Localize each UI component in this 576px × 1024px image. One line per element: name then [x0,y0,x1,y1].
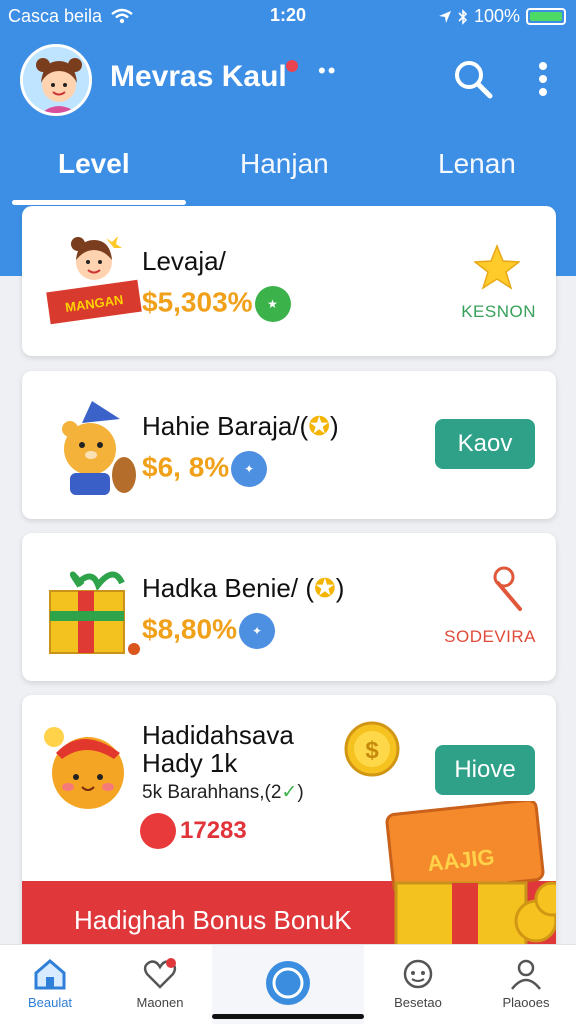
nav-label: Plaooes [502,995,550,1010]
card-value: $5,303% ★ [142,286,291,322]
nav-home[interactable]: Beaulat [0,957,100,1010]
wrench-icon[interactable] [472,563,528,619]
coin-chip-icon: ✦ [238,613,275,649]
location-icon [438,10,451,23]
dollar-coin-icon: $ [344,721,400,777]
card-action-button[interactable]: Kaov [435,419,535,469]
check-icon: ✓ [281,782,298,803]
bottom-navigation: Beaulat Maonen Besetao Plaooes [0,944,576,1024]
active-tab-indicator [12,200,186,205]
notification-dot [286,60,298,72]
reward-card[interactable]: Hahie Baraja/(✪) $6, 8% ✦ Kaov [22,371,556,519]
profile-icon [511,959,541,990]
more-dots-icon[interactable]: •• [318,58,337,84]
nav-center[interactable] [212,945,364,1024]
profile-avatar[interactable] [20,44,92,116]
nav-profile[interactable]: Plaooes [476,957,576,1010]
gift-box-illustration [49,571,140,655]
overflow-menu-button[interactable] [528,58,558,100]
nav-chat[interactable]: Besetao [368,957,468,1010]
card-count: 17283 [180,817,247,844]
avatar-girl-icon [23,47,89,113]
treasure-chest-illustration: AAJIG [385,801,556,955]
home-icon [34,959,66,990]
compass-icon [272,967,304,999]
nav-label: Besetao [394,995,442,1010]
tab-lenan[interactable]: Lenan [438,148,516,180]
coin-chip-icon: ★ [254,286,291,322]
search-button[interactable] [452,58,494,100]
status-bar: Casca beila 1:20 100% [0,0,576,34]
status-right: 100% [438,6,566,27]
coin-chip-icon: ✦ [231,451,268,487]
card-title: Hahie Baraja/(✪) [142,411,339,441]
reward-card-large[interactable]: Hadidahsava Hady 1k 5k Barahhans,(2✓) 17… [22,695,556,955]
tab-bar: Level Hanjan Lenan [0,132,576,206]
hamster-illustration [44,727,124,809]
card-action-button[interactable]: Hiove [435,745,535,795]
battery-percent: 100% [473,6,520,26]
center-action-button[interactable] [266,961,310,1005]
star-icon[interactable] [474,244,520,290]
card-value: $8,80% ✦ [142,613,275,649]
sparkle-icon: ✪ [308,411,330,441]
card-title: Hadidahsava Hady 1k [142,720,294,778]
nav-label: Beaulat [27,995,73,1010]
reward-card[interactable]: Hadka Benie/ (✪) $8,80% ✦ SODEVIRA [22,533,556,681]
chat-icon [403,959,433,989]
search-icon [455,61,493,99]
card-title: Levaja/ [142,246,226,276]
fire-badge-icon [140,813,176,849]
app-title: Mevras Kaul [110,60,287,93]
tab-level[interactable]: Level [58,148,130,180]
tab-hanjan[interactable]: Hanjan [240,148,329,180]
bear-wizard-illustration [62,401,136,495]
kebab-menu-icon [539,62,547,96]
card-value: $6, 8% ✦ [142,451,268,487]
reward-card[interactable]: MANGAN Levaja/ $5,303% ★ KESNON [22,206,556,356]
home-indicator [212,1014,364,1019]
svg-text:$: $ [365,737,379,764]
card-title: Hadka Benie/ (✪) [142,573,345,603]
heart-icon [143,958,177,989]
top-bar: Mevras Kaul •• [0,40,576,124]
nav-favorites[interactable]: Maonen [110,957,210,1010]
bluetooth-icon [458,8,468,25]
sparkle-icon: ✪ [313,573,336,603]
card-status-label: KESNON [461,302,536,321]
promo-text: Hadighah Bonus BonuK [74,905,352,935]
nav-label: Maonen [136,995,184,1010]
battery-icon [526,8,566,25]
card-subtitle: 5k Barahhans,(2✓) [142,782,304,803]
card-status-label: SODEVIRA [444,627,536,646]
girl-banner-illustration: MANGAN [46,236,142,325]
